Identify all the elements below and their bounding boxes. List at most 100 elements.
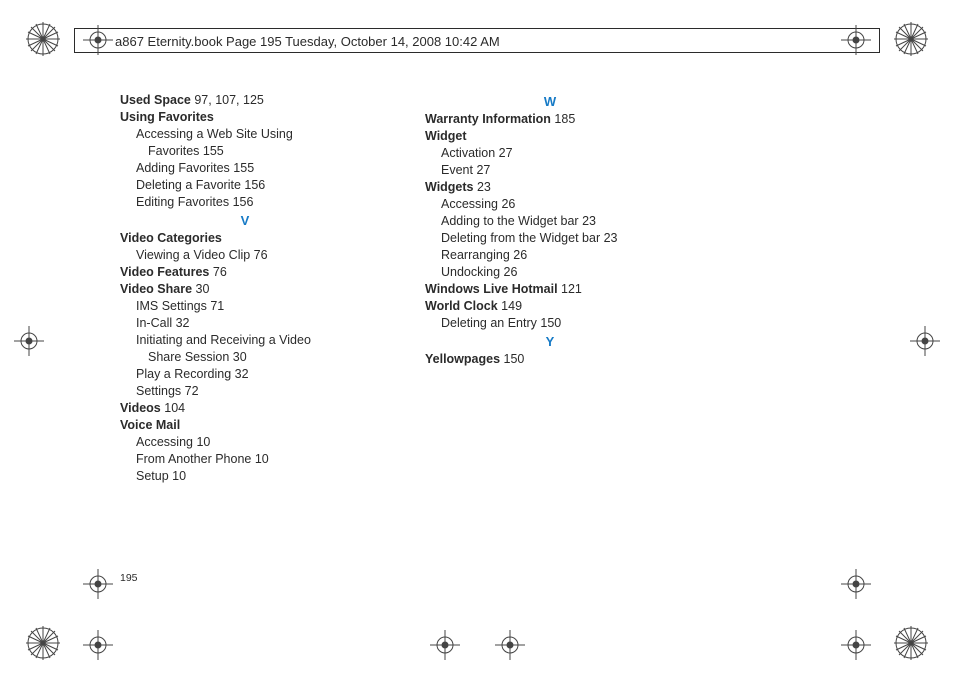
index-subentry: Undocking 26 bbox=[425, 264, 675, 281]
index-subentry: Editing Favorites 156 bbox=[120, 194, 370, 211]
index-entry: Yellowpages 150 bbox=[425, 351, 675, 368]
registration-mark-icon bbox=[26, 22, 60, 56]
index-term: World Clock bbox=[425, 299, 498, 313]
index-entry: Video Features 76 bbox=[120, 264, 370, 281]
page-ref: 150 bbox=[500, 352, 524, 366]
index-column-left: Used Space 97, 107, 125 Using Favorites … bbox=[120, 92, 370, 485]
page-ref: 72 bbox=[181, 384, 198, 398]
page-ref: 155 bbox=[230, 161, 254, 175]
index-subentry: Setup 10 bbox=[120, 468, 370, 485]
crosshair-icon bbox=[430, 630, 460, 660]
index-subentry: Event 27 bbox=[425, 162, 675, 179]
index-entry: Warranty Information 185 bbox=[425, 111, 675, 128]
crosshair-icon bbox=[841, 25, 871, 55]
page-ref: 32 bbox=[231, 367, 248, 381]
page-ref: 30 bbox=[192, 282, 209, 296]
page-ref: 156 bbox=[241, 178, 265, 192]
page-ref: 150 bbox=[537, 316, 561, 330]
index-subentry: Deleting a Favorite 156 bbox=[120, 177, 370, 194]
page-ref: 149 bbox=[498, 299, 522, 313]
page-ref: 23 bbox=[579, 214, 596, 228]
index-term: Using Favorites bbox=[120, 110, 214, 124]
index-term: Windows Live Hotmail bbox=[425, 282, 558, 296]
page-ref: 10 bbox=[251, 452, 268, 466]
page-ref: 76 bbox=[250, 248, 267, 262]
index-entry: Voice Mail bbox=[120, 417, 370, 434]
index-subentry: Accessing 10 bbox=[120, 434, 370, 451]
page-ref: 76 bbox=[209, 265, 226, 279]
index-subentry: Accessing 26 bbox=[425, 196, 675, 213]
document-header-text: a867 Eternity.book Page 195 Tuesday, Oct… bbox=[115, 34, 500, 49]
index-term: Voice Mail bbox=[120, 418, 180, 432]
page-ref: 10 bbox=[169, 469, 186, 483]
index-term: Video Features bbox=[120, 265, 209, 279]
index-subentry: Initiating and Receiving a Video bbox=[120, 332, 370, 349]
index-entry: Widget bbox=[425, 128, 675, 145]
index-subentry: Viewing a Video Clip 76 bbox=[120, 247, 370, 264]
page-ref: 23 bbox=[600, 231, 617, 245]
index-subentry-cont: Share Session 30 bbox=[120, 349, 370, 366]
page-ref: 32 bbox=[172, 316, 189, 330]
page-ref: 30 bbox=[229, 350, 246, 364]
header-frame-bottom bbox=[74, 52, 880, 53]
registration-mark-icon bbox=[894, 626, 928, 660]
page-ref: 27 bbox=[473, 163, 490, 177]
index-section-letter: V bbox=[120, 212, 370, 229]
crosshair-icon bbox=[83, 630, 113, 660]
index-subentry: Adding Favorites 155 bbox=[120, 160, 370, 177]
index-subentry: Deleting an Entry 150 bbox=[425, 315, 675, 332]
index-entry: Video Share 30 bbox=[120, 281, 370, 298]
page-ref: 104 bbox=[161, 401, 185, 415]
page-number: 195 bbox=[120, 572, 138, 584]
index-term: Videos bbox=[120, 401, 161, 415]
crosshair-icon bbox=[910, 326, 940, 356]
index-term: Warranty Information bbox=[425, 112, 551, 126]
index-term: Video Categories bbox=[120, 231, 222, 245]
index-term: Used Space bbox=[120, 93, 191, 107]
index-subentry: Deleting from the Widget bar 23 bbox=[425, 230, 675, 247]
index-term: Widget bbox=[425, 129, 467, 143]
crosshair-icon bbox=[841, 569, 871, 599]
index-term: Widgets bbox=[425, 180, 474, 194]
page-ref: 121 bbox=[558, 282, 582, 296]
index-entry: World Clock 149 bbox=[425, 298, 675, 315]
page-ref: 156 bbox=[229, 195, 253, 209]
index-term: Video Share bbox=[120, 282, 192, 296]
index-entry: Video Categories bbox=[120, 230, 370, 247]
registration-mark-icon bbox=[894, 22, 928, 56]
header-frame-right bbox=[879, 28, 880, 52]
header-frame-left bbox=[74, 28, 75, 52]
index-subentry: From Another Phone 10 bbox=[120, 451, 370, 468]
page-ref: 10 bbox=[193, 435, 210, 449]
page-ref: 26 bbox=[510, 248, 527, 262]
page-ref: 26 bbox=[498, 197, 515, 211]
index-subentry: Activation 27 bbox=[425, 145, 675, 162]
page-ref: 97, 107, 125 bbox=[191, 93, 264, 107]
page-ref: 71 bbox=[207, 299, 224, 313]
crosshair-icon bbox=[83, 569, 113, 599]
crosshair-icon bbox=[83, 25, 113, 55]
index-subentry: Play a Recording 32 bbox=[120, 366, 370, 383]
crosshair-icon bbox=[841, 630, 871, 660]
crosshair-icon bbox=[14, 326, 44, 356]
index-subentry: Rearranging 26 bbox=[425, 247, 675, 264]
index-column-right: W Warranty Information 185 Widget Activa… bbox=[425, 92, 675, 485]
index-content: Used Space 97, 107, 125 Using Favorites … bbox=[120, 92, 680, 485]
index-subentry: Adding to the Widget bar 23 bbox=[425, 213, 675, 230]
page-ref: 23 bbox=[474, 180, 491, 194]
index-subentry: Settings 72 bbox=[120, 383, 370, 400]
index-section-letter: W bbox=[425, 93, 675, 110]
index-term: Yellowpages bbox=[425, 352, 500, 366]
index-entry: Videos 104 bbox=[120, 400, 370, 417]
index-entry: Used Space 97, 107, 125 bbox=[120, 92, 370, 109]
index-subentry: Accessing a Web Site Using bbox=[120, 126, 370, 143]
index-subentry-cont: Favorites 155 bbox=[120, 143, 370, 160]
header-frame-top bbox=[74, 28, 880, 29]
index-entry: Using Favorites bbox=[120, 109, 370, 126]
index-entry: Windows Live Hotmail 121 bbox=[425, 281, 675, 298]
registration-mark-icon bbox=[26, 626, 60, 660]
page-ref: 27 bbox=[495, 146, 512, 160]
index-subentry: In-Call 32 bbox=[120, 315, 370, 332]
index-subentry: IMS Settings 71 bbox=[120, 298, 370, 315]
page-ref: 185 bbox=[551, 112, 575, 126]
